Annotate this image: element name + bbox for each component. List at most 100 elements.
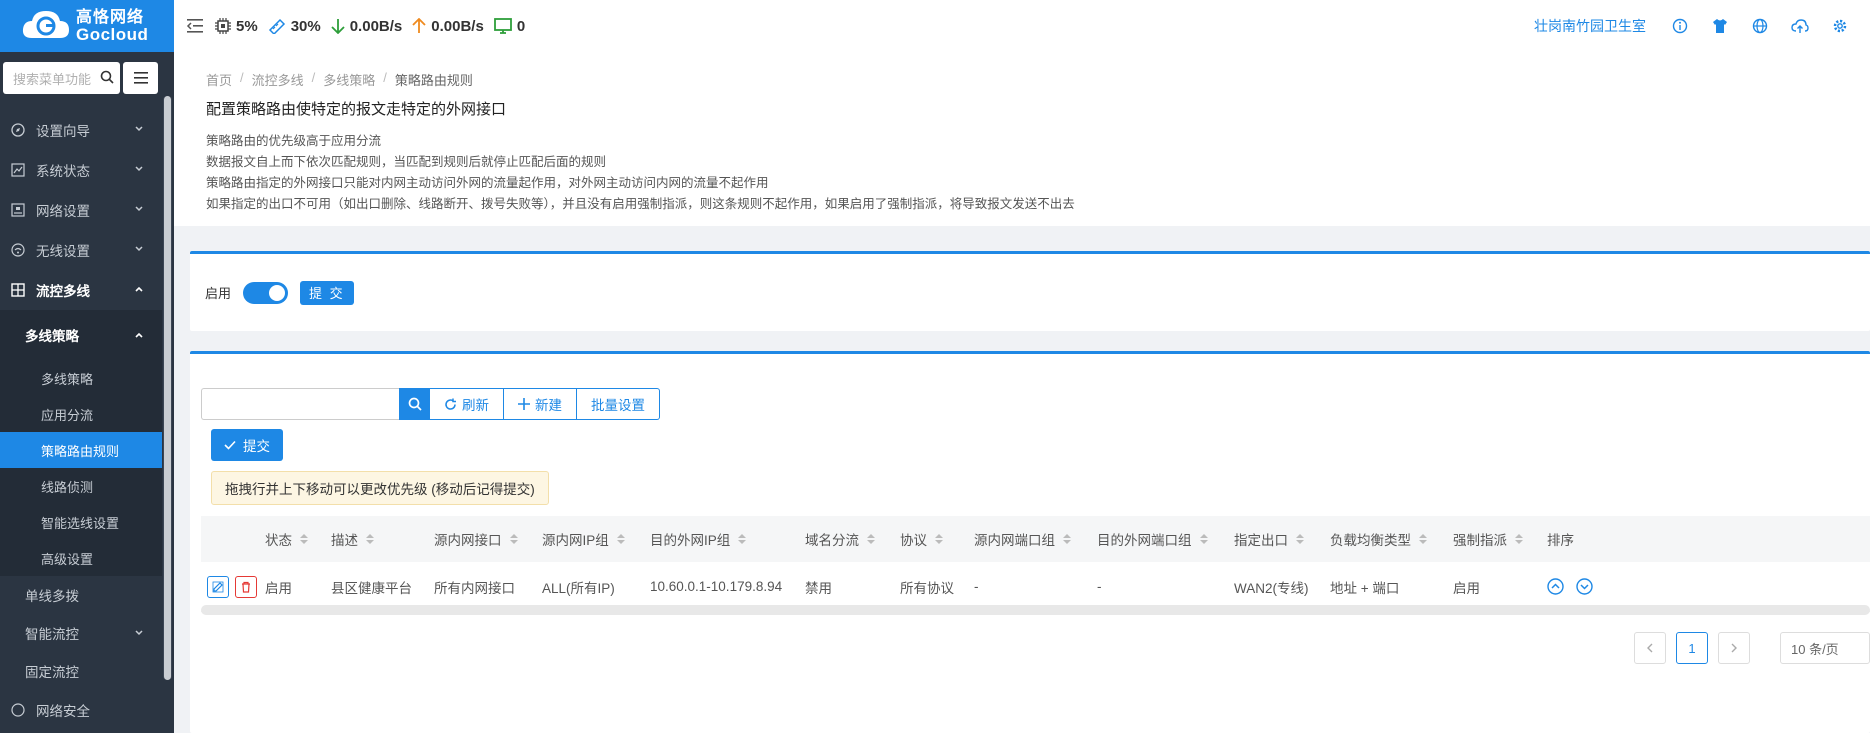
col-order: 排序 [1547, 533, 1574, 548]
move-down-icon[interactable] [1576, 578, 1593, 595]
menu-toggle-button[interactable] [123, 62, 158, 94]
sidebar-item-network-settings[interactable]: 网络设置 [0, 190, 162, 230]
breadcrumb-home[interactable]: 首页 [206, 70, 232, 89]
sidebar-subitem-smart-select[interactable]: 智能选线设置 [0, 504, 162, 540]
terminal-value: 0 [516, 17, 526, 35]
upload-rate: 0.00B/s [412, 18, 484, 35]
sidebar-item-label: 系统状态 [36, 164, 90, 179]
breadcrumb-multiline[interactable]: 流控多线 [252, 70, 304, 89]
page-number-button[interactable]: 1 [1676, 632, 1708, 664]
new-button[interactable]: 新建 [504, 388, 577, 420]
col-lb-type[interactable]: 负载均衡类型 [1330, 529, 1427, 549]
info-icon[interactable] [1670, 16, 1690, 36]
sidebar-subgroup-multiline-strategy[interactable]: 多线策略 [0, 310, 162, 360]
sidebar-item-label: 智能流控 [25, 627, 79, 642]
cell-domain: 禁用 [805, 580, 832, 596]
logo[interactable]: 高恪网络 Gocloud [0, 0, 174, 52]
col-dst-ipgroup[interactable]: 目的外网IP组 [650, 529, 747, 549]
search-button[interactable] [399, 388, 430, 420]
theme-shirt-icon[interactable] [1710, 16, 1730, 36]
chevron-up-icon [135, 286, 143, 292]
brand-en: Gocloud [76, 25, 149, 44]
upload-value: 0.00B/s [431, 17, 484, 35]
chevron-right-icon [1731, 643, 1737, 653]
pagination: 1 10 条/页 [1634, 632, 1870, 664]
page-title: 配置策略路由使特定的报文走特定的外网接口 [206, 101, 507, 118]
col-egress[interactable]: 指定出口 [1234, 529, 1304, 549]
prev-page-button[interactable] [1634, 632, 1666, 664]
submit-button[interactable]: 提 交 [300, 280, 354, 305]
submit-order-button[interactable]: 提交 [211, 429, 283, 461]
language-globe-icon[interactable] [1750, 16, 1770, 36]
sidebar-item-fixed-flow[interactable]: 固定流控 [0, 652, 162, 690]
cell-dst-portgroup: - [1097, 579, 1102, 594]
search-icon [408, 397, 422, 411]
batch-settings-button[interactable]: 批量设置 [577, 388, 660, 420]
search-icon[interactable] [100, 70, 114, 84]
next-page-button[interactable] [1718, 632, 1750, 664]
sidebar-subitem-advanced[interactable]: 高级设置 [0, 540, 162, 576]
main-content: 首页 / 流控多线 / 多线策略 / 策略路由规则 配置策略路由使特定的报文走特定的外… [174, 52, 1870, 733]
brand-cn: 高恪网络 [76, 9, 145, 26]
rule-search-input[interactable] [201, 388, 399, 420]
page-size-select[interactable]: 10 条/页 [1780, 632, 1870, 664]
menu-search-input[interactable]: 搜索菜单功能 [3, 62, 120, 94]
col-src-iface[interactable]: 源内网接口 [434, 529, 518, 549]
col-domain[interactable]: 域名分流 [805, 529, 875, 549]
sidebar-item-label: 单线多拨 [25, 589, 79, 604]
cell-protocol: 所有协议 [900, 580, 954, 596]
enable-toggle[interactable] [243, 281, 289, 304]
sidebar-item-multiline[interactable]: 流控多线 [0, 270, 162, 310]
sidebar-subitem-policy-route[interactable]: 策略路由规则 [0, 432, 162, 468]
sidebar-item-system-status[interactable]: 系统状态 [0, 150, 162, 190]
col-src-ipgroup[interactable]: 源内网IP组 [542, 529, 625, 549]
download-value: 0.00B/s [349, 17, 403, 35]
collapse-menu-icon[interactable] [185, 17, 205, 35]
table-toolbar: 刷新 新建 批量设置 [201, 388, 660, 420]
sidebar-item-label: 设置向导 [36, 124, 90, 139]
col-src-portgroup[interactable]: 源内网端口组 [974, 529, 1071, 549]
move-up-icon[interactable] [1547, 578, 1564, 595]
device-name-link[interactable]: 壮岗南竹园卫生室 [1534, 16, 1646, 36]
sidebar-item-label: 无线设置 [36, 244, 90, 259]
col-status[interactable]: 状态 [265, 529, 308, 549]
wifi-icon [10, 242, 26, 258]
sidebar-item-single-multidial[interactable]: 单线多拨 [0, 576, 162, 614]
col-force[interactable]: 强制指派 [1453, 529, 1523, 549]
sidebar: 高恪网络 Gocloud 搜索菜单功能 设置向导 系统状态 网络设置 无线设置 … [0, 0, 174, 733]
sidebar-item-setup-wizard[interactable]: 设置向导 [0, 110, 162, 150]
table-header: 状态 描述 源内网接口 源内网IP组 目的外网IP组 域名分流 协议 源内网端口… [201, 516, 1870, 562]
enable-label: 启用 [205, 286, 232, 301]
sidebar-item-smart-flow[interactable]: 智能流控 [0, 614, 162, 652]
col-desc[interactable]: 描述 [331, 529, 374, 549]
batch-label: 批量设置 [591, 398, 645, 413]
sidebar-subitem-line-detect[interactable]: 线路侦测 [0, 468, 162, 504]
drag-tip: 拖拽行并上下移动可以更改优先级 (移动后记得提交) [211, 471, 549, 505]
col-protocol[interactable]: 协议 [900, 529, 943, 549]
delete-icon[interactable] [235, 575, 257, 598]
col-dst-portgroup[interactable]: 目的外网端口组 [1097, 529, 1208, 549]
edit-icon[interactable] [207, 575, 229, 598]
settings-gear-icon[interactable] [1830, 16, 1850, 36]
refresh-button[interactable]: 刷新 [430, 388, 504, 420]
page-description: 策略路由的优先级高于应用分流 数据报文自上而下依次匹配规则，当匹配到规则后就停止… [206, 131, 1870, 215]
cpu-value: 5% [236, 17, 258, 35]
shield-icon [10, 702, 26, 718]
grid-icon [10, 282, 26, 298]
cpu-icon [215, 18, 231, 34]
memory-icon [268, 18, 285, 34]
table-horizontal-scrollbar[interactable] [201, 605, 1870, 615]
sidebar-scrollbar[interactable] [163, 96, 172, 680]
subgroup-label: 多线策略 [25, 329, 79, 344]
download-rate: 0.00B/s [331, 17, 403, 35]
check-icon [224, 440, 236, 450]
sidebar-item-wireless[interactable]: 无线设置 [0, 230, 162, 270]
chevron-up-icon [135, 332, 143, 338]
network-icon [10, 202, 26, 218]
cloud-upload-icon[interactable] [1790, 16, 1810, 36]
sidebar-subitem-app-split[interactable]: 应用分流 [0, 396, 162, 432]
breadcrumb-strategy[interactable]: 多线策略 [323, 70, 375, 89]
cloud-logo-icon [20, 6, 72, 46]
sidebar-subitem-strategy[interactable]: 多线策略 [0, 360, 162, 396]
sidebar-item-network-security[interactable]: 网络安全 [0, 690, 162, 730]
